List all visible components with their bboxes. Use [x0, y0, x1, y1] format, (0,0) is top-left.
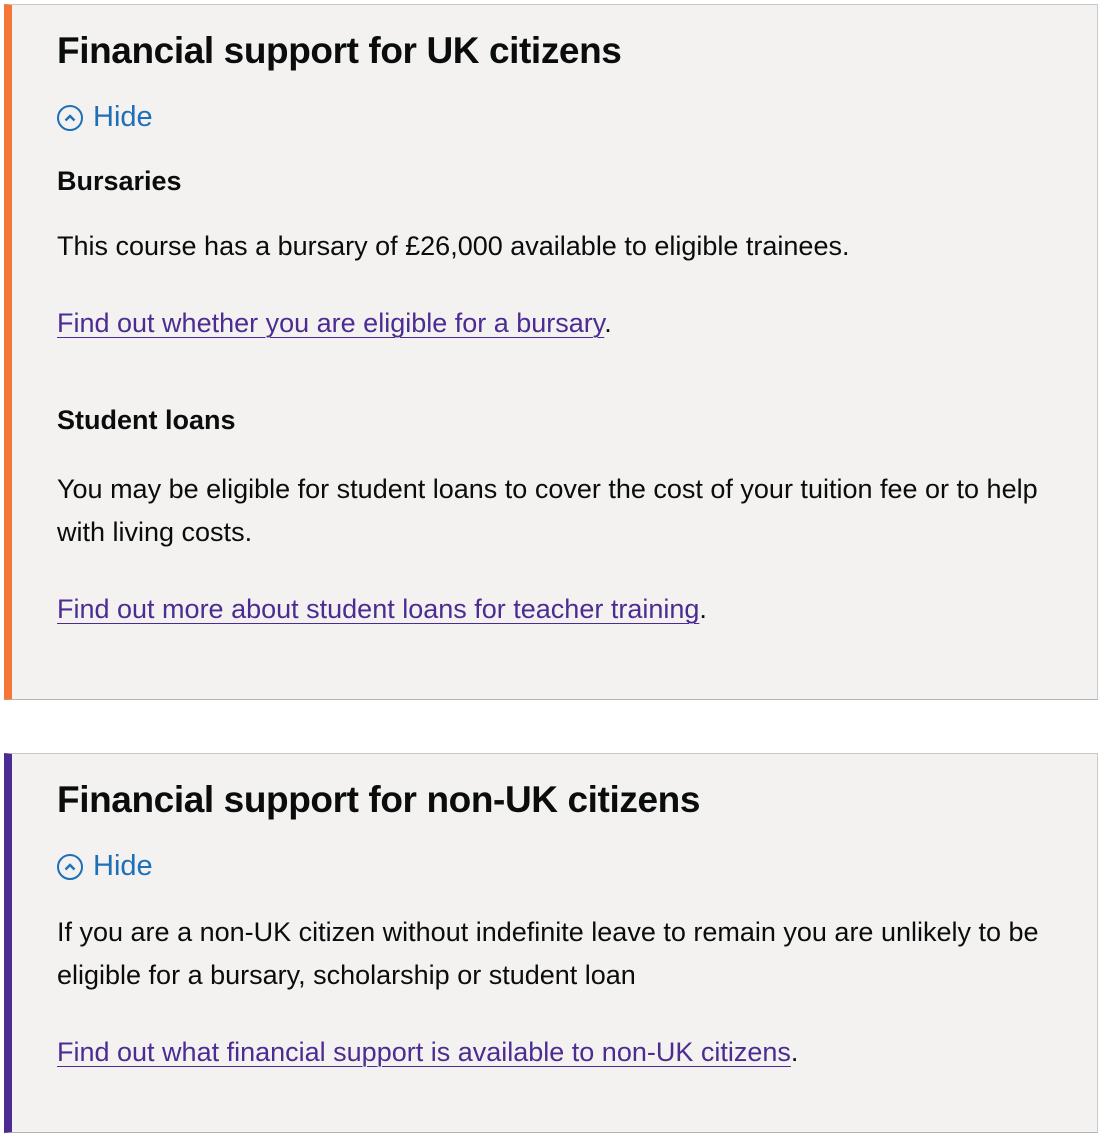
non-uk-hide-toggle[interactable]: Hide: [57, 852, 153, 881]
uk-panel-heading: Financial support for UK citizens: [57, 30, 622, 71]
student-loans-link[interactable]: Find out more about student loans for te…: [57, 594, 699, 624]
non-uk-panel-heading: Financial support for non-UK citizens: [57, 779, 700, 820]
loans-link-paragraph: Find out more about student loans for te…: [57, 588, 1067, 631]
non-uk-body-text: If you are a non-UK citizen without inde…: [57, 917, 1039, 990]
bursary-eligibility-link[interactable]: Find out whether you are eligible for a …: [57, 308, 604, 338]
non-uk-link-paragraph: Find out what financial support is avail…: [57, 1031, 1067, 1074]
non-uk-support-link[interactable]: Find out what financial support is avail…: [57, 1037, 791, 1067]
student-loans-heading: Student loans: [57, 405, 236, 435]
full-stop: .: [790, 1037, 799, 1067]
bursaries-heading: Bursaries: [57, 166, 182, 196]
student-loans-text: You may be eligible for student loans to…: [57, 474, 1038, 547]
bursary-link-paragraph: Find out whether you are eligible for a …: [57, 302, 1067, 345]
full-stop: .: [604, 308, 612, 338]
uk-financial-support-panel: Financial support for UK citizens Hide B…: [4, 4, 1098, 700]
uk-hide-toggle[interactable]: Hide: [57, 103, 153, 132]
chevron-up-circle-icon: [57, 104, 83, 131]
uk-hide-label: Hide: [93, 101, 153, 133]
non-uk-hide-label: Hide: [93, 850, 153, 882]
bursaries-text: This course has a bursary of £26,000 ava…: [57, 231, 850, 261]
non-uk-financial-support-panel: Financial support for non-UK citizens Hi…: [4, 753, 1098, 1133]
chevron-up-circle-icon: [57, 853, 83, 880]
full-stop: .: [699, 594, 707, 624]
